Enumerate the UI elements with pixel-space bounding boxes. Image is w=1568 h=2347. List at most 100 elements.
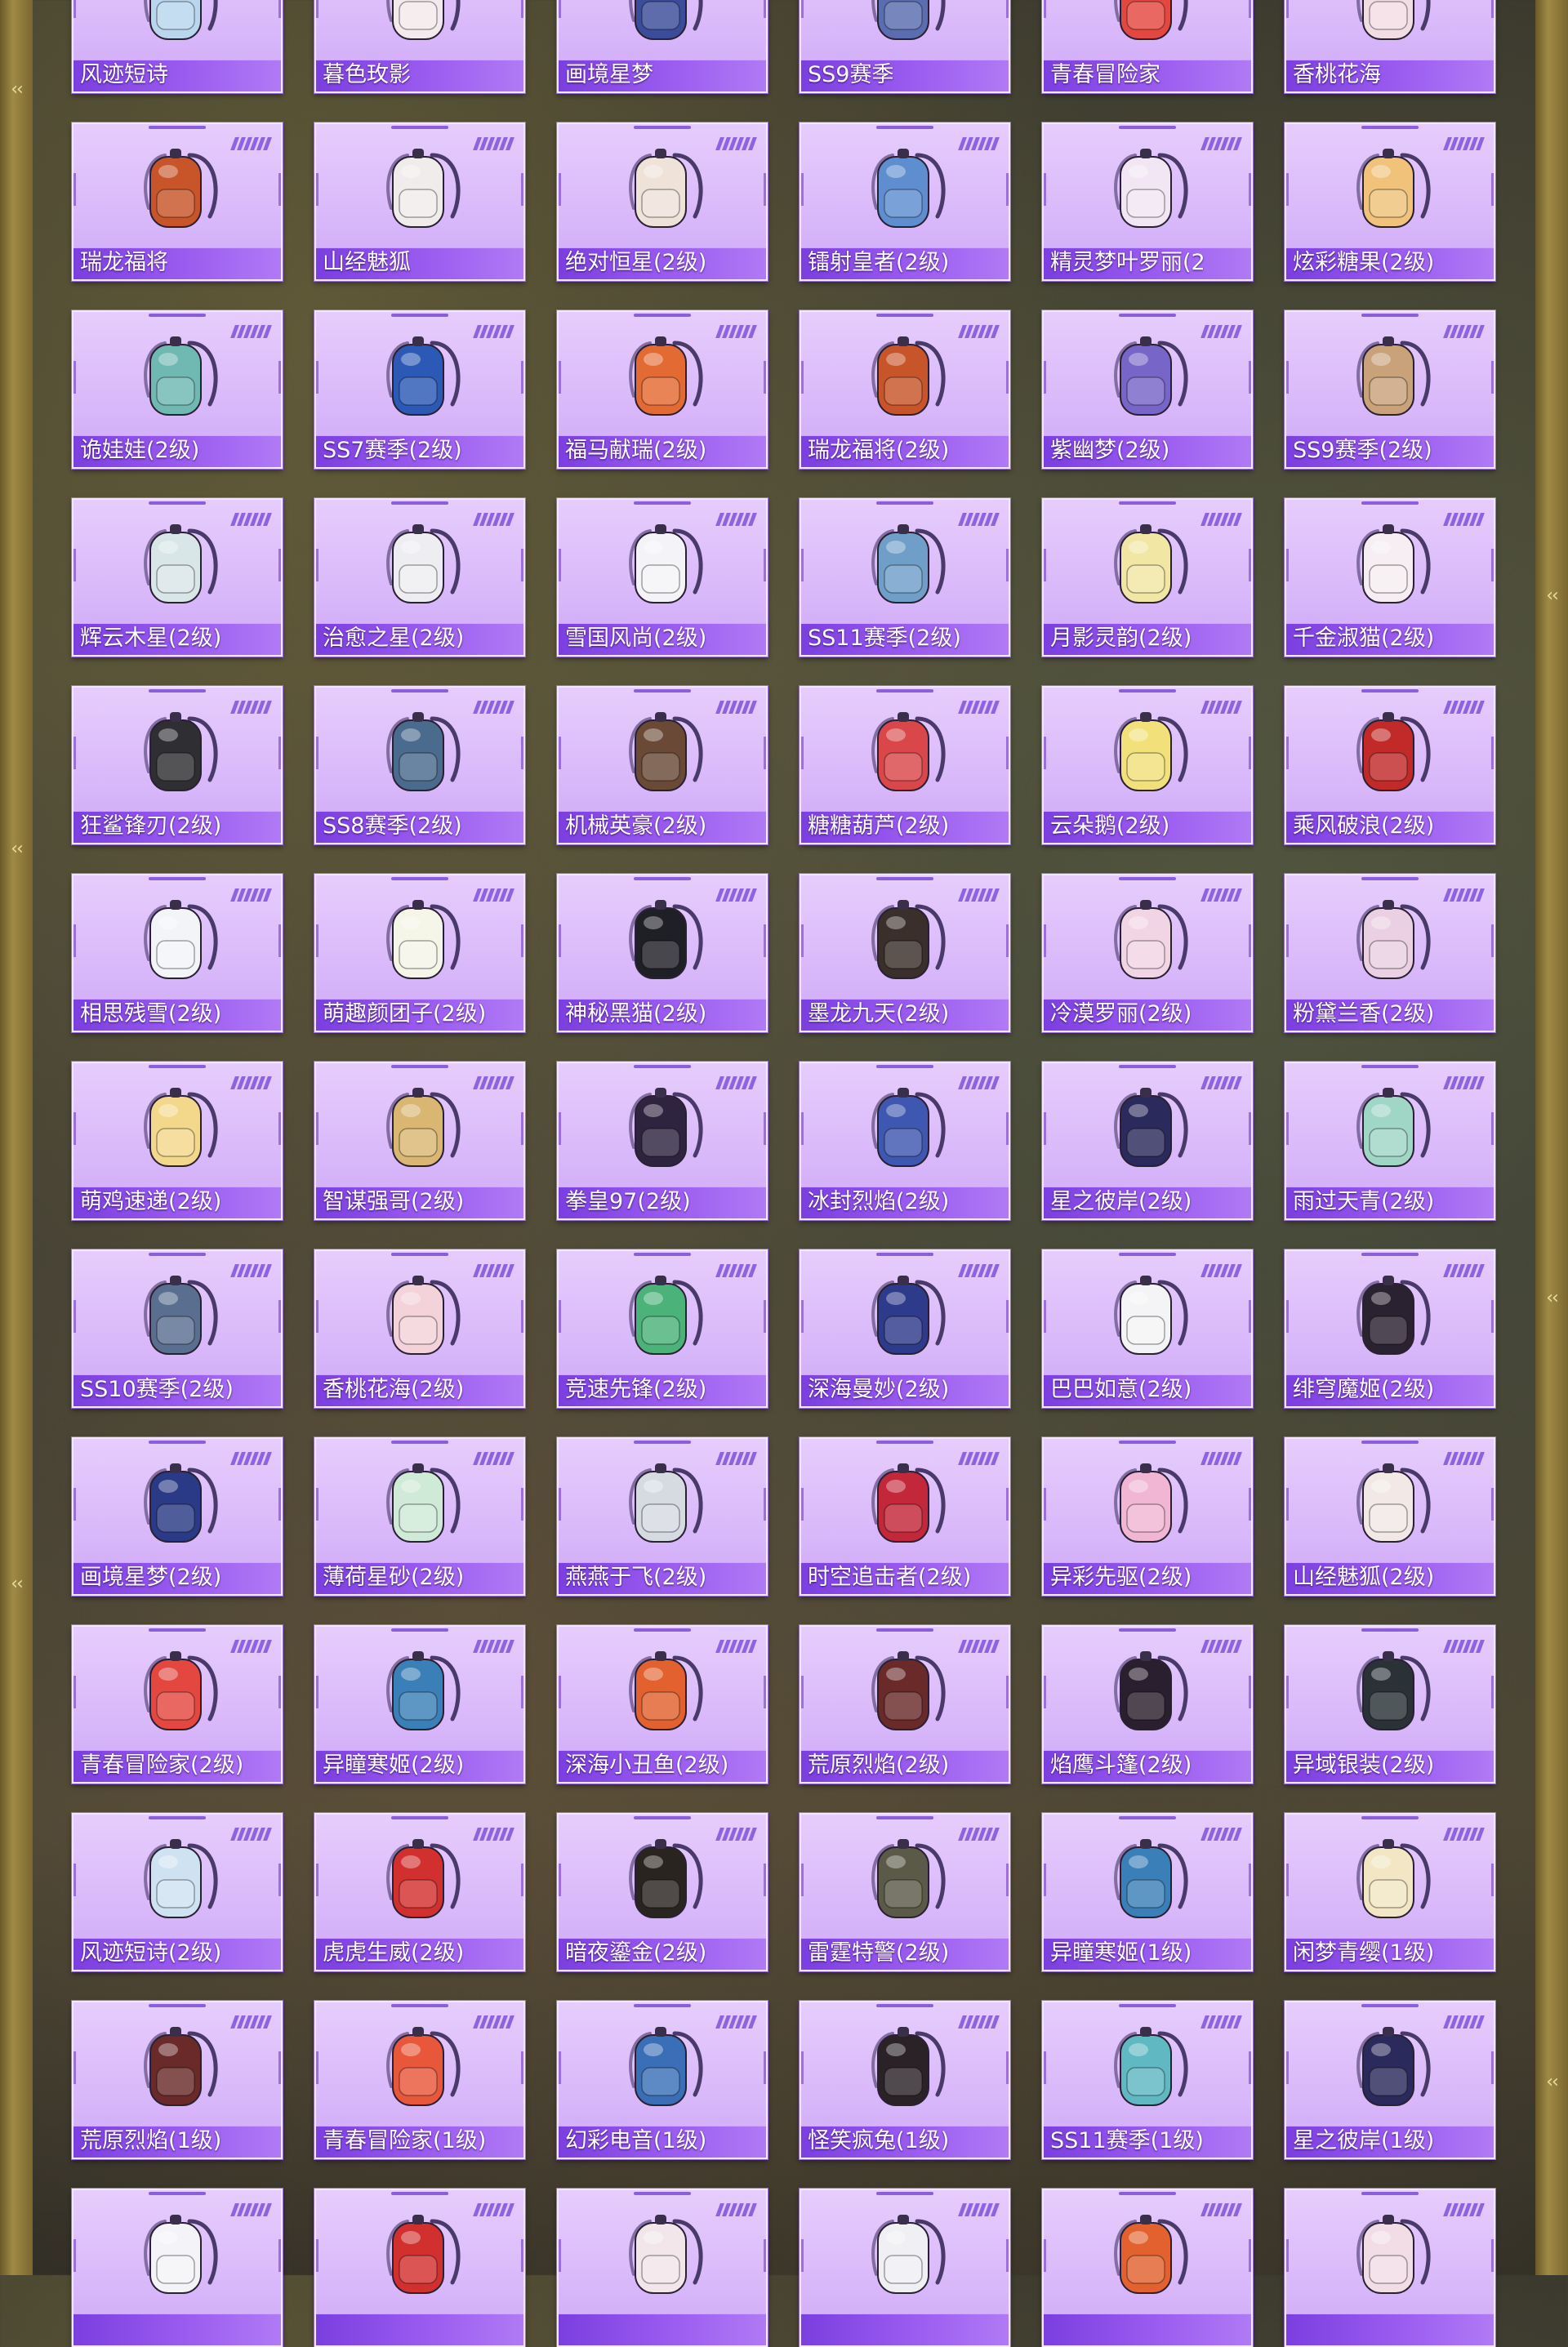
backpack-card[interactable]: 乘风破浪(2级) [1285,686,1495,844]
backpack-card[interactable]: 荒原烈焰(1级) [72,2001,283,2159]
backpack-card[interactable]: 焰鹰斗篷(2级) [1042,1625,1253,1784]
backpack-card[interactable]: 墨龙九天(2级) [800,874,1010,1032]
backpack-card[interactable]: 青春冒险家 [1042,0,1253,93]
backpack-card[interactable]: 神秘黑猫(2级) [557,874,768,1032]
backpack-card[interactable]: 辉云木星(2级) [72,498,283,657]
backpack-card[interactable]: 深海曼妙(2级) [800,1249,1010,1408]
backpack-card[interactable]: 镭射皇者(2级) [800,122,1010,281]
backpack-card[interactable]: 画境星梦(2级) [72,1437,283,1596]
backpack-card[interactable]: SS11赛季(2级) [800,498,1010,657]
backpack-card[interactable]: 糖糖葫芦(2级) [800,686,1010,844]
backpack-card[interactable]: 闲梦青缨(1级) [1285,1813,1495,1971]
backpack-card[interactable]: 智谋强哥(2级) [314,1062,525,1220]
card-top-accent [149,1816,206,1819]
backpack-name: 绝对恒星(2级) [565,250,707,275]
card-top-accent [149,689,206,693]
backpack-card[interactable]: 异瞳寒姬(2级) [314,1625,525,1784]
backpack-card[interactable]: 虎虎生威(2级) [314,1813,525,1971]
rarity-stripes [230,888,272,902]
card-top-accent [876,877,933,880]
rarity-stripes [230,1076,272,1089]
backpack-card[interactable]: 山经魅狐 [314,122,525,281]
backpack-card[interactable] [1285,2189,1495,2347]
backpack-card[interactable]: 千金淑猫(2级) [1285,498,1495,657]
backpack-card[interactable] [1042,2189,1253,2347]
backpack-card[interactable]: 荒原烈焰(2级) [800,1625,1010,1784]
card-top-accent [876,1816,933,1819]
backpack-card[interactable]: 青春冒险家(1级) [314,2001,525,2159]
backpack-card[interactable]: 竞速先锋(2级) [557,1249,768,1408]
backpack-name: SS11赛季(2级) [808,626,961,651]
backpack-card[interactable]: SS11赛季(1级) [1042,2001,1253,2159]
backpack-card[interactable]: 冰封烈焰(2级) [800,1062,1010,1220]
card-top-accent [1119,126,1176,129]
backpack-card[interactable]: 幻彩电音(1级) [557,2001,768,2159]
backpack-card[interactable]: 雪国风尚(2级) [557,498,768,657]
backpack-card[interactable]: 诡娃娃(2级) [72,310,283,469]
backpack-card[interactable]: 怪笑疯兔(1级) [800,2001,1010,2159]
backpack-icon [1102,1641,1192,1748]
card-top-accent [634,314,691,317]
backpack-card[interactable]: 暮色玫影 [314,0,525,93]
backpack-card[interactable]: 瑞龙福将(2级) [800,310,1010,469]
backpack-card[interactable]: 香桃花海 [1285,0,1495,93]
backpack-card[interactable] [72,2189,283,2347]
backpack-card[interactable]: 炫彩糖果(2级) [1285,122,1495,281]
backpack-card[interactable]: 云朵鹅(2级) [1042,686,1253,844]
backpack-icon [1345,1641,1435,1748]
backpack-card[interactable]: 巴巴如意(2级) [1042,1249,1253,1408]
card-top-accent [1361,501,1419,505]
backpack-card[interactable]: 萌鸡速递(2级) [72,1062,283,1220]
backpack-card[interactable]: 异瞳寒姬(1级) [1042,1813,1253,1971]
backpack-card[interactable]: 时空追击者(2级) [800,1437,1010,1596]
backpack-card[interactable]: 暗夜鎏金(2级) [557,1813,768,1971]
backpack-card[interactable]: 狂鲨锋刃(2级) [72,686,283,844]
backpack-card[interactable]: 异域银装(2级) [1285,1625,1495,1784]
backpack-card[interactable]: 紫幽梦(2级) [1042,310,1253,469]
card-top-accent [391,1065,448,1068]
backpack-card[interactable] [800,2189,1010,2347]
backpack-card[interactable]: 山经魅狐(2级) [1285,1437,1495,1596]
backpack-card[interactable]: 薄荷星砂(2级) [314,1437,525,1596]
backpack-card[interactable]: 相思残雪(2级) [72,874,283,1032]
backpack-card[interactable]: 雨过天青(2级) [1285,1062,1495,1220]
backpack-card[interactable]: 燕燕于飞(2级) [557,1437,768,1596]
backpack-card[interactable]: 异彩先驱(2级) [1042,1437,1253,1596]
backpack-card[interactable]: 青春冒险家(2级) [72,1625,283,1784]
backpack-card[interactable]: 月影灵韵(2级) [1042,498,1253,657]
card-top-accent [391,2192,448,2195]
backpack-card[interactable]: 雷霆特警(2级) [800,1813,1010,1971]
backpack-card[interactable]: 星之彼岸(2级) [1042,1062,1253,1220]
backpack-card[interactable]: 香桃花海(2级) [314,1249,525,1408]
backpack-card[interactable] [557,2189,768,2347]
backpack-card[interactable]: 风迹短诗 [72,0,283,93]
backpack-card[interactable]: 冷漠罗丽(2级) [1042,874,1253,1032]
backpack-card[interactable]: 治愈之星(2级) [314,498,525,657]
rarity-stripes [715,1640,757,1653]
backpack-card[interactable]: SS9赛季(2级) [1285,310,1495,469]
backpack-card[interactable]: 星之彼岸(1级) [1285,2001,1495,2159]
backpack-card[interactable]: SS7赛季(2级) [314,310,525,469]
rarity-stripes [473,888,514,902]
backpack-card[interactable]: SS9赛季 [800,0,1010,93]
backpack-name: SS9赛季 [808,62,894,87]
backpack-card[interactable]: 福马献瑞(2级) [557,310,768,469]
backpack-card[interactable]: SS8赛季(2级) [314,686,525,844]
backpack-card[interactable]: 萌趣颜团子(2级) [314,874,525,1032]
backpack-card[interactable]: SS10赛季(2级) [72,1249,283,1408]
backpack-card[interactable] [314,2189,525,2347]
backpack-card[interactable]: 画境星梦 [557,0,768,93]
backpack-card[interactable]: 绯穹魔姬(2级) [1285,1249,1495,1408]
backpack-card[interactable]: 粉黛兰香(2级) [1285,874,1495,1032]
backpack-card[interactable]: 拳皇97(2级) [557,1062,768,1220]
backpack-card[interactable]: 机械英豪(2级) [557,686,768,844]
card-top-accent [1361,2192,1419,2195]
backpack-card[interactable]: 深海小丑鱼(2级) [557,1625,768,1784]
backpack-card[interactable]: 风迹短诗(2级) [72,1813,283,1971]
backpack-card[interactable]: 绝对恒星(2级) [557,122,768,281]
card-top-accent [149,1253,206,1256]
backpack-card[interactable]: 瑞龙福将 [72,122,283,281]
backpack-card[interactable]: 精灵梦叶罗丽(2 [1042,122,1253,281]
backpack-name: 千金淑猫(2级) [1293,626,1435,651]
card-top-accent [876,2004,933,2007]
